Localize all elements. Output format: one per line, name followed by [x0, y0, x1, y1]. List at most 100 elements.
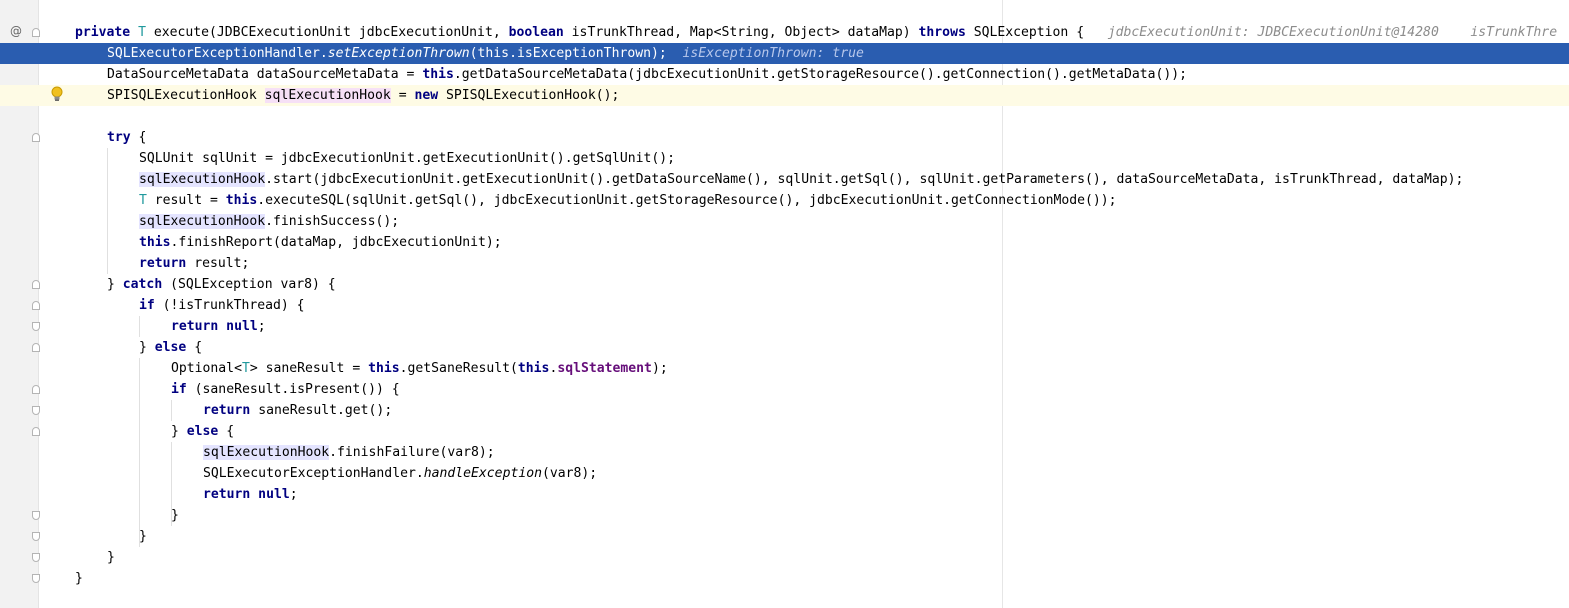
code-text: sqlExecutionHook.start(jdbcExecutionUnit… [139, 169, 1463, 190]
code-text: SQLExecutorExceptionHandler.handleExcept… [203, 463, 597, 484]
code-token: SPISQLExecutionHook [107, 88, 265, 103]
code-editor[interactable]: private T execute(JDBCExecutionUnit jdbc… [0, 0, 1569, 608]
code-token: isTrunkThread, Map<String, Object> dataM… [571, 25, 919, 40]
fold-marker-icon[interactable] [32, 385, 40, 394]
code-token: { [138, 130, 147, 145]
code-token: setExceptionThrown [327, 46, 470, 61]
fold-marker-icon[interactable] [32, 301, 40, 310]
code-text: return saneResult.get(); [203, 400, 392, 421]
code-token: ; [289, 487, 298, 502]
code-line[interactable]: return null; [0, 484, 1569, 505]
code-line[interactable]: SQLUnit sqlUnit = jdbcExecutionUnit.getE… [0, 148, 1569, 169]
code-token: sqlExecutionHook [264, 88, 391, 103]
code-line[interactable]: return result; [0, 253, 1569, 274]
code-text: SQLExecutorExceptionHandler.setException… [107, 43, 864, 64]
code-line[interactable]: private T execute(JDBCExecutionUnit jdbc… [0, 22, 1569, 43]
code-token: (saneResult.isPresent()) { [194, 382, 400, 397]
code-line[interactable]: sqlExecutionHook.finishFailure(var8); [0, 442, 1569, 463]
fold-marker-icon[interactable] [32, 406, 40, 415]
code-text: private T execute(JDBCExecutionUnit jdbc… [75, 22, 1557, 43]
code-text: sqlExecutionHook.finishSuccess(); [139, 211, 399, 232]
code-token: T [138, 25, 146, 40]
code-line[interactable]: sqlExecutionHook.finishSuccess(); [0, 211, 1569, 232]
code-text: DataSourceMetaData dataSourceMetaData = … [107, 64, 1187, 85]
code-text: } [139, 526, 147, 547]
code-line[interactable]: this.finishReport(dataMap, jdbcExecution… [0, 232, 1569, 253]
code-token: } [75, 571, 83, 586]
code-token: execute(JDBCExecutionUnit jdbcExecutionU… [145, 25, 509, 40]
code-text: } catch (SQLException var8) { [107, 274, 336, 295]
code-token: else [186, 424, 227, 439]
code-token: saneResult.get(); [258, 403, 393, 418]
code-line[interactable] [0, 106, 1569, 127]
code-token: } [171, 508, 179, 523]
code-line[interactable]: } catch (SQLException var8) { [0, 274, 1569, 295]
execution-point-line[interactable]: SQLExecutorExceptionHandler.setException… [0, 43, 1569, 64]
code-line[interactable]: Optional<T> saneResult = this.getSaneRes… [0, 358, 1569, 379]
fold-marker-icon[interactable] [32, 553, 40, 562]
code-line[interactable]: } else { [0, 337, 1569, 358]
fold-marker-icon[interactable] [32, 28, 40, 37]
code-token: Optional< [171, 361, 242, 376]
code-line[interactable]: DataSourceMetaData dataSourceMetaData = … [0, 64, 1569, 85]
code-token: throws [918, 25, 974, 40]
fold-marker-icon[interactable] [32, 322, 40, 331]
code-token: T [241, 361, 250, 376]
code-line[interactable]: sqlExecutionHook.start(jdbcExecutionUnit… [0, 169, 1569, 190]
code-line[interactable]: } else { [0, 421, 1569, 442]
code-line[interactable]: SQLExecutorExceptionHandler.handleExcept… [0, 463, 1569, 484]
code-line[interactable]: if (!isTrunkThread) { [0, 295, 1569, 316]
fold-marker-icon[interactable] [32, 133, 40, 142]
code-token: . [509, 46, 517, 61]
code-text: sqlExecutionHook.finishFailure(var8); [203, 442, 495, 463]
code-token: sqlExecutionHook [139, 172, 266, 187]
fold-marker-icon[interactable] [32, 280, 40, 289]
inline-debug-hint: jdbcExecutionUnit: JDBCExecutionUnit@142… [1107, 25, 1558, 40]
code-line[interactable]: } [0, 568, 1569, 589]
code-line[interactable]: if (saneResult.isPresent()) { [0, 379, 1569, 400]
code-token: SQLException { [973, 25, 1108, 40]
code-token: (var8); [541, 466, 598, 481]
code-token: this [225, 193, 258, 208]
code-token: return null [171, 319, 258, 334]
code-token: ; [257, 319, 266, 334]
lightbulb-icon[interactable] [50, 86, 64, 102]
fold-marker-icon[interactable] [32, 343, 40, 352]
fold-marker-icon[interactable] [32, 532, 40, 541]
code-line[interactable]: T result = this.executeSQL(sqlUnit.getSq… [0, 190, 1569, 211]
code-text: T result = this.executeSQL(sqlUnit.getSq… [139, 190, 1117, 211]
code-token: .getDataSourceMetaData(jdbcExecutionUnit… [453, 67, 1188, 82]
code-token: if [171, 382, 195, 397]
code-token: this [422, 67, 454, 82]
code-token: ); [650, 46, 683, 61]
code-token: .finishFailure(var8); [329, 445, 495, 460]
code-token: new [414, 88, 447, 103]
code-text: SQLUnit sqlUnit = jdbcExecutionUnit.getE… [139, 148, 675, 169]
code-text: } else { [171, 421, 234, 442]
code-text: SPISQLExecutionHook sqlExecutionHook = n… [107, 85, 619, 106]
code-line[interactable]: try { [0, 127, 1569, 148]
code-token: if [139, 298, 163, 313]
code-token: this [517, 361, 550, 376]
code-line[interactable]: } [0, 505, 1569, 526]
code-token: } [139, 529, 147, 544]
code-token: .start(jdbcExecutionUnit.getExecutionUni… [265, 172, 1464, 187]
code-token: this [139, 235, 171, 250]
code-token: .executeSQL(sqlUnit.getSql(), jdbcExecut… [257, 193, 1117, 208]
code-token: (SQLException var8) { [170, 277, 336, 292]
code-token: try [107, 130, 139, 145]
fold-marker-icon[interactable] [32, 427, 40, 436]
code-line[interactable]: } [0, 526, 1569, 547]
code-token: } [139, 340, 155, 355]
code-line[interactable]: return null; [0, 316, 1569, 337]
code-token: sqlStatement [557, 361, 652, 376]
code-text: return result; [139, 253, 249, 274]
code-text: Optional<T> saneResult = this.getSaneRes… [171, 358, 668, 379]
code-line[interactable]: return saneResult.get(); [0, 400, 1569, 421]
code-token: handleException [423, 466, 542, 481]
code-line[interactable]: SPISQLExecutionHook sqlExecutionHook = n… [0, 85, 1569, 106]
code-line[interactable]: } [0, 547, 1569, 568]
code-token: } [107, 277, 123, 292]
fold-marker-icon[interactable] [32, 511, 40, 520]
fold-marker-icon[interactable] [32, 574, 40, 583]
